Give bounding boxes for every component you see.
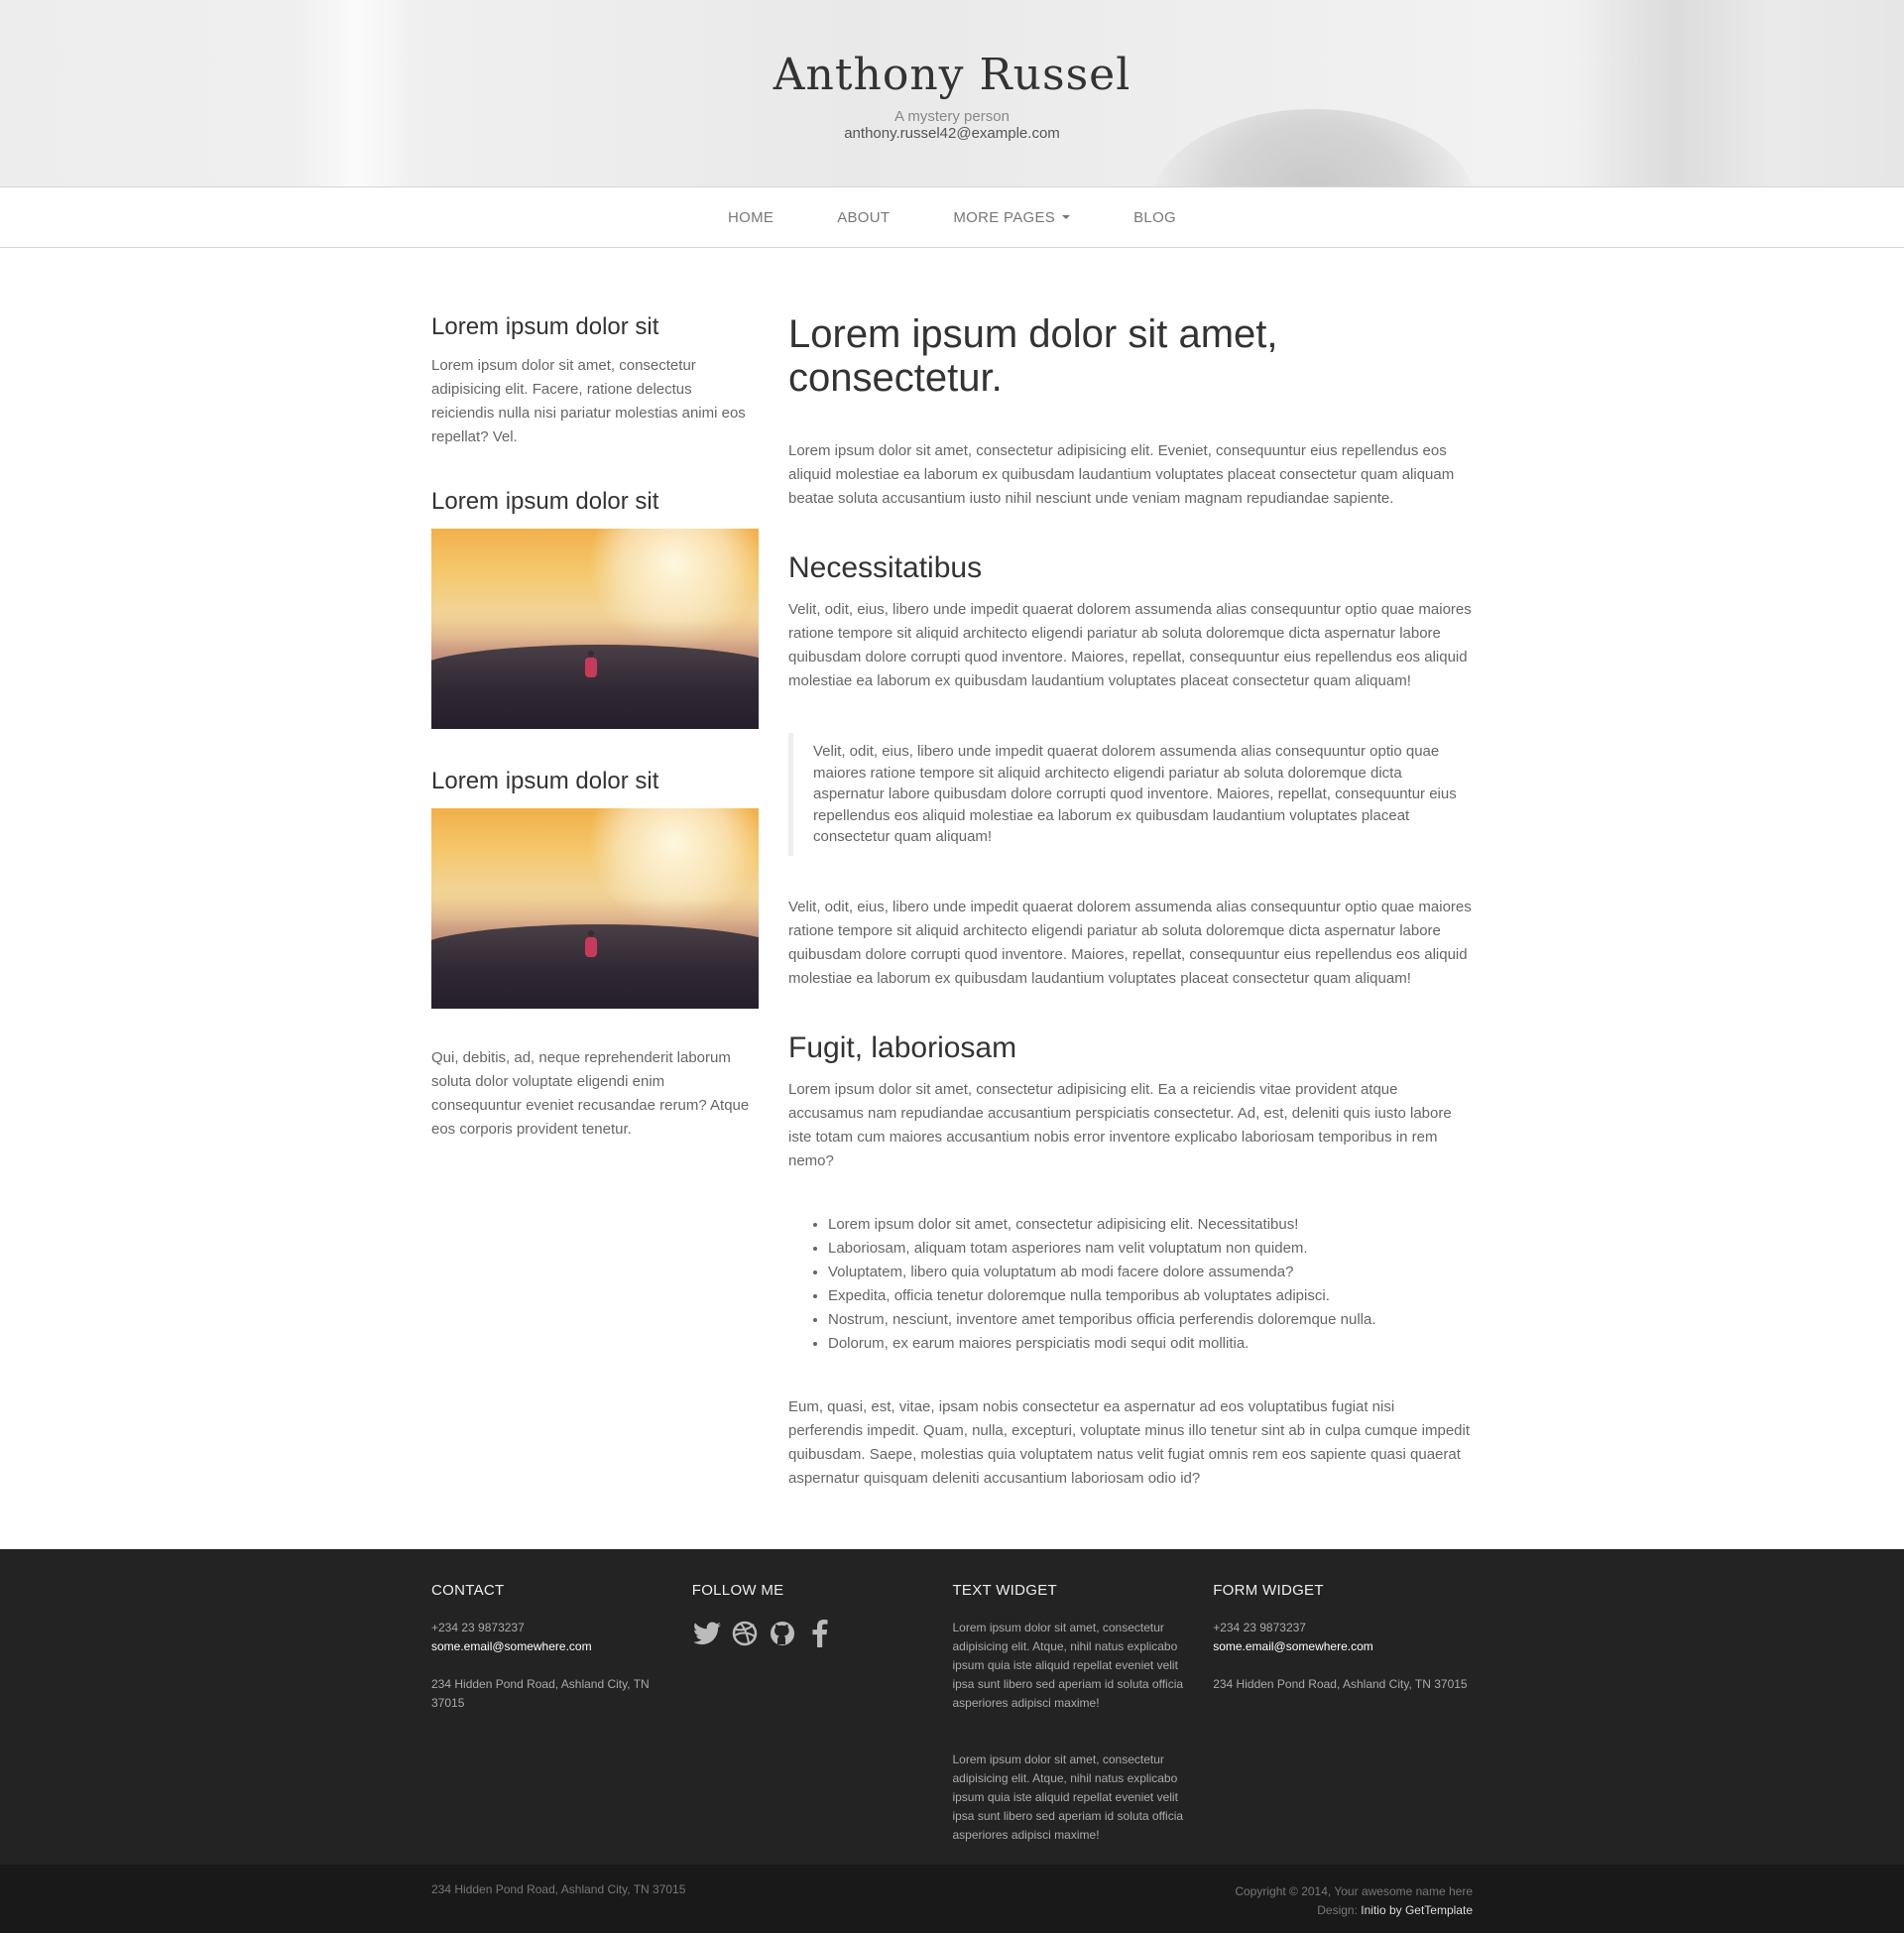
image-runner: [585, 930, 597, 957]
nav-item-label: More Pages: [953, 208, 1056, 226]
dribbble-icon[interactable]: [730, 1619, 760, 1648]
caret-down-icon: [1062, 215, 1071, 219]
list-item: Voluptatem, libero quia voluptatum ab mo…: [828, 1261, 1473, 1284]
section-title: Necessitatibus: [788, 551, 983, 584]
design-credit: Design: Initio by GetTemplate: [1235, 1901, 1473, 1920]
footer-follow: Follow me: [692, 1582, 953, 1845]
site-header: Anthony Russel A mystery person anthony.…: [0, 0, 1904, 186]
list-item: Nostrum, nesciunt, inventore amet tempor…: [828, 1308, 1473, 1332]
form-widget-address: 234 Hidden Pond Road, Ashland City, TN 3…: [1213, 1677, 1468, 1691]
image-runner: [585, 651, 597, 677]
header-text-block: Anthony Russel A mystery person anthony.…: [0, 0, 1904, 142]
footer-column-title: Form widget: [1213, 1582, 1324, 1599]
footer-credits: Copyright © 2014, Your awesome name here…: [1235, 1882, 1473, 1920]
footer-bottom-inner: 234 Hidden Pond Road, Ashland City, TN 3…: [431, 1865, 1473, 1920]
form-widget-phone: +234 23 9873237: [1213, 1621, 1306, 1634]
widget-title: Lorem ipsum dolor sit: [431, 313, 659, 340]
footer-bottom-bar: 234 Hidden Pond Road, Ashland City, TN 3…: [0, 1865, 1904, 1933]
text-widget-paragraph: Lorem ipsum dolor sit amet, consectetur …: [952, 1621, 1184, 1710]
nav-item-home[interactable]: Home: [696, 209, 805, 226]
design-credit-link[interactable]: Initio by GetTemplate: [1361, 1903, 1473, 1917]
list-item: Dolorum, ex earum maiores perspiciatis m…: [828, 1332, 1473, 1356]
nav-item-label: Home: [727, 208, 774, 226]
nav-item-more-pages[interactable]: More Pages: [921, 209, 1102, 226]
text-widget-paragraph: Lorem ipsum dolor sit amet, consectetur …: [952, 1752, 1184, 1842]
widget-text: Lorem ipsum dolor sit amet, consectetur …: [431, 357, 746, 445]
social-icons: [692, 1619, 923, 1648]
nav-item-label: Blog: [1133, 208, 1177, 226]
blockquote: Velit, odit, eius, libero unde impedit q…: [788, 733, 1473, 856]
footer-text-widget: Text widget Lorem ipsum dolor sit amet, …: [952, 1582, 1213, 1845]
list-item: Lorem ipsum dolor sit amet, consectetur …: [828, 1213, 1473, 1237]
site-tagline: A mystery person: [894, 108, 1010, 125]
footer-columns: Contact +234 23 9873237 some.email@somew…: [431, 1549, 1473, 1845]
nav-item-about[interactable]: About: [805, 209, 921, 226]
footer-column-title: Text widget: [952, 1582, 1057, 1599]
contact-address: 234 Hidden Pond Road, Ashland City, TN 3…: [431, 1677, 650, 1710]
contact-phone: +234 23 9873237: [431, 1621, 525, 1634]
page-title: Lorem ipsum dolor sit amet, consectetur.: [788, 312, 1278, 400]
widget-title: Lorem ipsum dolor sit: [431, 488, 659, 515]
sidebar-widget: Lorem ipsum dolor sit Lorem ipsum dolor …: [431, 312, 759, 449]
contact-email-link[interactable]: some.email@somewhere.com: [431, 1637, 662, 1656]
widget-title: Lorem ipsum dolor sit: [431, 768, 659, 794]
site-footer: Contact +234 23 9873237 some.email@somew…: [0, 1549, 1904, 1933]
design-label: Design:: [1317, 1903, 1358, 1917]
sidebar-widget: Lorem ipsum dolor sit: [431, 487, 759, 729]
section-paragraph: Lorem ipsum dolor sit amet, consectetur …: [788, 1080, 1452, 1169]
footer-bottom-address: 234 Hidden Pond Road, Ashland City, TN 3…: [431, 1882, 686, 1896]
site-email: anthony.russel42@example.com: [844, 125, 1060, 142]
footer-contact: Contact +234 23 9873237 some.email@somew…: [431, 1582, 692, 1845]
form-widget-email-link[interactable]: some.email@somewhere.com: [1213, 1637, 1473, 1656]
footer-form-widget: Form widget +234 23 9873237 some.email@s…: [1213, 1582, 1473, 1845]
sidebar: Lorem ipsum dolor sit Lorem ipsum dolor …: [431, 312, 759, 1549]
sunset-runner-image: [431, 808, 759, 1009]
list-item: Laboriosam, aliquam totam asperiores nam…: [828, 1237, 1473, 1261]
article-content: Lorem ipsum dolor sit amet, consectetur.…: [788, 312, 1473, 1549]
footer-widgets: Contact +234 23 9873237 some.email@somew…: [0, 1549, 1904, 1865]
section-paragraph: Velit, odit, eius, libero unde impedit q…: [788, 898, 1472, 987]
sidebar-closing-text: Qui, debitis, ad, neque reprehenderit la…: [431, 1049, 750, 1138]
twitter-icon[interactable]: [692, 1619, 722, 1648]
copyright-text: Copyright © 2014, Your awesome name here: [1235, 1884, 1473, 1898]
nav-item-label: About: [837, 208, 891, 226]
closing-paragraph: Eum, quasi, est, vitae, ipsam nobis cons…: [788, 1397, 1471, 1487]
main-container: Lorem ipsum dolor sit Lorem ipsum dolor …: [431, 248, 1473, 1549]
footer-column-title: Follow me: [691, 1582, 784, 1599]
bullet-list: Lorem ipsum dolor sit amet, consectetur …: [788, 1213, 1473, 1356]
main-navigation: Home About More Pages Blog: [0, 186, 1904, 248]
intro-paragraph: Lorem ipsum dolor sit amet, consectetur …: [788, 442, 1455, 507]
nav-list: Home About More Pages Blog: [696, 209, 1208, 226]
sunset-runner-image: [431, 529, 759, 729]
site-title[interactable]: Anthony Russel: [0, 50, 1904, 100]
footer-column-title: Contact: [431, 1582, 505, 1599]
section-paragraph: Velit, odit, eius, libero unde impedit q…: [788, 601, 1472, 689]
github-icon[interactable]: [768, 1619, 797, 1648]
nav-item-blog[interactable]: Blog: [1102, 209, 1208, 226]
sidebar-widget: Lorem ipsum dolor sit: [431, 767, 759, 1009]
facebook-icon[interactable]: [805, 1619, 835, 1648]
list-item: Expedita, officia tenetur doloremque nul…: [828, 1284, 1473, 1308]
section-title: Fugit, laboriosam: [788, 1030, 1017, 1064]
